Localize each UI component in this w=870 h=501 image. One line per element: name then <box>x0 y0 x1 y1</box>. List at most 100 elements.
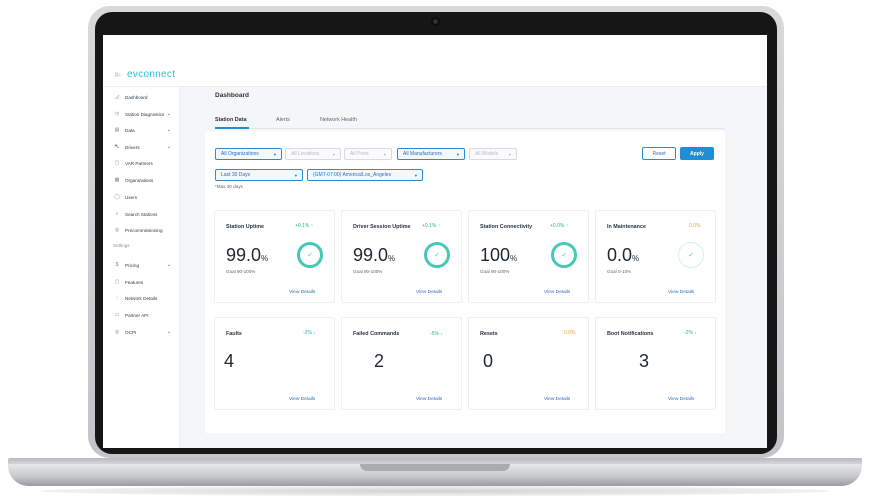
chevron-down-icon[interactable]: ⌄ <box>167 127 171 133</box>
card-delta: +0.1% ↑ <box>295 223 314 229</box>
apply-button[interactable]: Apply <box>680 147 714 160</box>
view-details-link[interactable]: View Details <box>289 290 315 295</box>
tab-alerts[interactable]: Alerts <box>276 117 290 123</box>
sidebar-item-data[interactable]: ▤ Data ⌄ <box>103 124 180 136</box>
manufacturers-select[interactable]: All Manufacturers ▾ <box>397 148 465 160</box>
status-ring: ✓ <box>551 242 577 268</box>
date-range-select[interactable]: Last 30 Days ▾ <box>215 169 303 181</box>
view-details-link[interactable]: View Details <box>289 397 315 402</box>
chevron-down-icon[interactable]: ⌄ <box>167 329 171 335</box>
sidebar-item-label: Users <box>125 194 137 200</box>
models-select[interactable]: All Models ▾ <box>469 148 517 160</box>
card-driver-session-uptime: Driver Session Uptime +0.1% ↑ 99.0% Goal… <box>341 210 462 303</box>
view-details-link[interactable]: View Details <box>668 397 694 402</box>
sidebar-item-label: Network Details <box>125 295 158 301</box>
target-icon: ◎ <box>114 227 120 233</box>
sidebar: ◿ Dashboard ◷ Station Diagnostics ⌄ ▤ Da… <box>103 87 180 448</box>
organizations-select[interactable]: All Organizations ▾ <box>215 148 282 160</box>
chevron-down-icon: ▾ <box>456 152 459 157</box>
manufacturers-select-value: All Manufacturers <box>403 151 442 157</box>
view-details-link[interactable]: View Details <box>416 397 442 402</box>
date-range-select-value: Last 30 Days <box>221 172 251 178</box>
card-value-number: 99.0 <box>353 245 389 265</box>
ports-select[interactable]: All Ports ▾ <box>344 148 392 160</box>
laptop-notch <box>360 464 510 471</box>
sidebar-item-dashboard[interactable]: ◿ Dashboard <box>103 91 180 103</box>
sidebar-item-label: Search Stations <box>125 211 158 217</box>
card-faults: Faults -2% ↓ 4 View Details <box>214 317 335 410</box>
card-delta: -2% ↓ <box>684 330 697 336</box>
chevron-down-icon[interactable]: ⌄ <box>167 111 171 117</box>
card-delta: +0.1% ↑ <box>422 223 441 229</box>
card-delta: 0.0% <box>564 330 576 336</box>
card-title: Driver Session Uptime <box>353 224 411 230</box>
chevron-down-icon: ▾ <box>273 152 276 157</box>
sidebar-item-organizations[interactable]: ▦ Organizations <box>103 174 180 186</box>
chevron-down-icon: ▾ <box>383 152 386 157</box>
clock-icon: ◷ <box>114 111 120 117</box>
reset-button[interactable]: Reset <box>642 147 676 160</box>
sidebar-item-drivers[interactable]: ⛍ Drivers ⌄ <box>103 141 180 153</box>
locations-select[interactable]: All Locations ▾ <box>285 148 341 160</box>
view-details-link[interactable]: View Details <box>668 290 694 295</box>
active-tab-indicator <box>215 127 249 129</box>
sidebar-item-pricing[interactable]: $ Pricing ⌄ <box>103 259 180 271</box>
sidebar-item-label: Pricing <box>125 262 140 268</box>
sidebar-item-station-diagnostics[interactable]: ◷ Station Diagnostics ⌄ <box>103 108 180 120</box>
sidebar-item-features[interactable]: ▢ Features <box>103 276 180 288</box>
card-title: Boot Notifications <box>607 331 654 337</box>
card-value: 2 <box>374 351 385 371</box>
grid-icon: ▦ <box>114 177 120 183</box>
chevron-down-icon[interactable]: ⌄ <box>167 144 171 150</box>
view-details-link[interactable]: View Details <box>544 290 570 295</box>
network-icon: ◌ <box>115 295 119 301</box>
card-value-unit: % <box>388 254 396 263</box>
view-details-link[interactable]: View Details <box>544 397 570 402</box>
dollar-icon: $ <box>115 262 119 268</box>
screen: ⊫ evconnect ◿ Dashboard ◷ Station Diagno… <box>103 35 767 448</box>
sidebar-item-users[interactable]: ◯ Users <box>103 191 180 203</box>
card-value: 99.0% <box>353 245 395 266</box>
app-logo[interactable]: evconnect <box>127 69 175 80</box>
sidebar-item-var-partners[interactable]: ▢ VAR Partners <box>103 157 180 169</box>
check-icon: ✓ <box>561 252 567 259</box>
date-range-note: *Max 30 days <box>215 184 243 189</box>
sidebar-item-label: Features <box>125 279 144 285</box>
card-value-unit: % <box>510 254 518 263</box>
chevron-down-icon[interactable]: ⌄ <box>167 262 171 268</box>
sidebar-item-partner-api[interactable]: ▭ Partner API <box>103 309 180 321</box>
chevron-down-icon: ▾ <box>414 173 417 178</box>
sidebar-item-ocpi[interactable]: ◎ OCPI ⌄ <box>103 326 180 338</box>
search-icon: ⌕ <box>115 211 119 217</box>
card-goal: Goal 90-100% <box>353 269 383 274</box>
card-goal: Goal 90-100% <box>226 269 256 274</box>
timezone-select[interactable]: (GMT-07:00) America/Los_Angeles ▾ <box>307 169 423 181</box>
ocpi-icon: ◎ <box>114 329 120 335</box>
sidebar-item-network-details[interactable]: ◌ Network Details <box>103 292 180 304</box>
tab-network-health[interactable]: Network Health <box>320 117 357 123</box>
view-details-link[interactable]: View Details <box>416 290 442 295</box>
card-boot-notifications: Boot Notifications -2% ↓ 3 View Details <box>595 317 716 410</box>
sidebar-item-precommissioning[interactable]: ◎ Precommissioning <box>103 224 180 236</box>
chevron-down-icon: ▾ <box>508 152 511 157</box>
features-icon: ▢ <box>114 279 120 285</box>
card-title: Station Uptime <box>226 224 265 230</box>
sidebar-item-label: Organizations <box>125 177 154 183</box>
sidebar-item-label: Precommissioning <box>125 227 163 233</box>
chevron-down-icon: ▾ <box>294 173 297 178</box>
card-goal: Goal 90-100% <box>480 269 510 274</box>
check-icon: ✓ <box>688 252 694 259</box>
card-value-number: 0.0 <box>607 245 633 265</box>
organizations-select-value: All Organizations <box>221 151 259 157</box>
check-icon: ✓ <box>307 252 313 259</box>
card-delta: -2% ↓ <box>303 330 316 336</box>
menu-toggle-icon[interactable]: ⊫ <box>115 71 121 79</box>
sidebar-item-label: Dashboard <box>125 94 148 100</box>
sidebar-item-search-stations[interactable]: ⌕ Search Stations <box>103 208 180 220</box>
models-select-value: All Models <box>475 151 499 157</box>
card-goal: Goal 0-10% <box>607 269 632 274</box>
tab-station-data[interactable]: Station Data <box>215 117 246 123</box>
page-title: Dashboard <box>215 92 249 99</box>
card-delta: -5% ↓ <box>430 331 443 337</box>
webcam-icon <box>431 17 440 26</box>
